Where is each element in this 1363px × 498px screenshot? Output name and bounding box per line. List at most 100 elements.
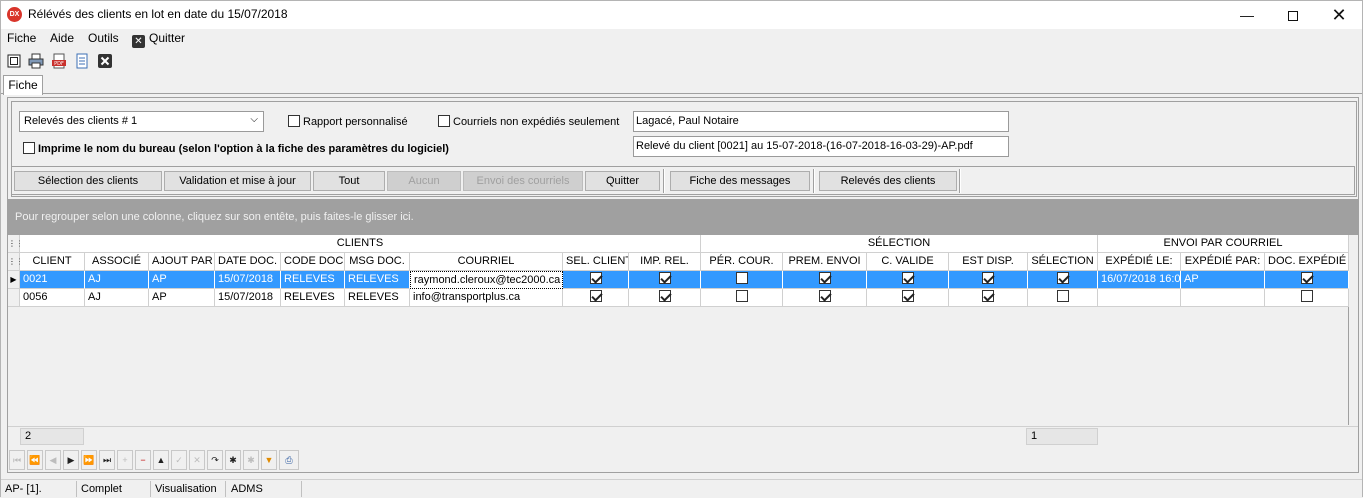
col-imp-rel[interactable]: IMP. REL. [629, 253, 701, 271]
file-name-field[interactable]: Relevé du client [0021] au 15-07-2018-(1… [633, 136, 1009, 157]
report-select[interactable]: Relevés des clients # 1 ⌵ [19, 111, 264, 132]
band-selection[interactable]: SÉLECTION [701, 235, 1098, 253]
nav-first-page-button[interactable]: ⏮ [9, 450, 25, 470]
nav-bookmark-button[interactable]: ✱ [225, 450, 241, 470]
band-clients[interactable]: CLIENTS [20, 235, 701, 253]
menu-aide[interactable]: Aide [50, 31, 74, 45]
nav-post-button[interactable]: ✓ [171, 450, 187, 470]
band-email[interactable]: ENVOI PAR COURRIEL [1098, 235, 1349, 253]
cell-est-disp[interactable] [949, 271, 1028, 289]
cell-selection[interactable] [1028, 271, 1098, 289]
cell-per-cour[interactable] [701, 271, 783, 289]
cell-prem-envoi[interactable] [783, 271, 867, 289]
custom-report-checkbox[interactable]: Rapport personnalisé [288, 115, 408, 128]
preview-icon[interactable] [6, 53, 22, 69]
column-chooser-icon[interactable]: ⋮⋮ [8, 253, 24, 271]
col-selection[interactable]: SÉLECTION [1028, 253, 1098, 271]
cell-date-doc[interactable]: 15/07/2018 [215, 289, 281, 307]
nav-next-page-button[interactable]: ⏩ [81, 450, 97, 470]
select-clients-button[interactable]: Sélection des clients [14, 171, 162, 191]
nav-cancel-button[interactable]: ✕ [189, 450, 205, 470]
cell-doc-expedie[interactable] [1265, 289, 1349, 307]
office-name-field[interactable]: Lagacé, Paul Notaire [633, 111, 1009, 132]
menu-outils[interactable]: Outils [88, 31, 119, 45]
cell-c-valide[interactable] [867, 271, 949, 289]
cell-imp-rel[interactable] [629, 271, 701, 289]
cell-expedie-par[interactable]: AP [1181, 271, 1265, 289]
cell-selection[interactable] [1028, 289, 1098, 307]
statements-button[interactable]: Relevés des clients [819, 171, 957, 191]
col-ajout-par[interactable]: AJOUT PAR [149, 253, 215, 271]
cell-code-doc[interactable]: RELEVES [281, 289, 345, 307]
nav-last-button[interactable]: ⏭ [99, 450, 115, 470]
cell-doc-expedie[interactable] [1265, 271, 1349, 289]
cell-courriel[interactable]: raymond.cleroux@tec2000.ca [410, 271, 563, 289]
send-emails-button[interactable]: Envoi des courriels [463, 171, 583, 191]
cell-associe[interactable]: AJ [85, 289, 149, 307]
unsent-only-checkbox[interactable]: Courriels non expédiés seulement [438, 115, 619, 128]
col-msg-doc[interactable]: MSG DOC. [345, 253, 410, 271]
col-prem-envoi[interactable]: PREM. ENVOI [783, 253, 867, 271]
nav-goto-bookmark-button[interactable]: ✱ [243, 450, 259, 470]
cell-code-doc[interactable]: RELEVES [281, 271, 345, 289]
nav-print-button[interactable]: ⎙ [279, 450, 299, 470]
col-associe[interactable]: ASSOCIÉ [85, 253, 149, 271]
cell-client[interactable]: 0056 [20, 289, 85, 307]
quit-button[interactable]: Quitter [585, 171, 660, 191]
col-client[interactable]: CLIENT [20, 253, 85, 271]
print-icon[interactable] [28, 53, 44, 69]
cell-expedie-le[interactable] [1098, 289, 1181, 307]
col-per-cour[interactable]: PÉR. COUR. [701, 253, 783, 271]
col-c-valide[interactable]: C. VALIDE [867, 253, 949, 271]
close-icon[interactable] [97, 53, 113, 69]
col-est-disp[interactable]: EST DISP. [949, 253, 1028, 271]
cell-date-doc[interactable]: 15/07/2018 [215, 271, 281, 289]
tab-fiche[interactable]: Fiche [3, 75, 43, 95]
col-doc-expedie[interactable]: DOC. EXPÉDIÉ [1265, 253, 1349, 271]
cell-client[interactable]: 0021 [20, 271, 85, 289]
cell-imp-rel[interactable] [629, 289, 701, 307]
col-code-doc[interactable]: CODE DOC. [281, 253, 345, 271]
nav-prev-button[interactable]: ◀ [45, 450, 61, 470]
nav-delete-button[interactable]: − [135, 450, 151, 470]
nav-refresh-button[interactable]: ↷ [207, 450, 223, 470]
messages-button[interactable]: Fiche des messages [670, 171, 810, 191]
nav-next-button[interactable]: ▶ [63, 450, 79, 470]
cell-ajout-par[interactable]: AP [149, 289, 215, 307]
column-chooser-icon[interactable]: ⋮⋮ [8, 235, 24, 253]
col-courriel[interactable]: COURRIEL [410, 253, 563, 271]
cell-sel-client[interactable] [563, 289, 629, 307]
cell-associe[interactable]: AJ [85, 271, 149, 289]
title-bar[interactable]: DX Rélévés des clients en lot en date du… [1, 1, 1362, 29]
close-button[interactable]: ✕ [1316, 1, 1362, 29]
cell-msg-doc[interactable]: RELEVES [345, 271, 410, 289]
col-expedie-par[interactable]: EXPÉDIÉ PAR: [1181, 253, 1265, 271]
maximize-button[interactable] [1270, 1, 1316, 29]
cell-ajout-par[interactable]: AP [149, 271, 215, 289]
cell-sel-client[interactable] [563, 271, 629, 289]
menu-quitter[interactable]: ✕ Quitter [132, 31, 185, 48]
nav-filter-button[interactable]: ▼ [261, 450, 277, 470]
cell-prem-envoi[interactable] [783, 289, 867, 307]
cell-msg-doc[interactable]: RELEVES [345, 289, 410, 307]
nav-insert-button[interactable]: + [117, 450, 133, 470]
print-office-checkbox[interactable]: Imprime le nom du bureau (selon l'option… [23, 142, 449, 155]
none-button[interactable]: Aucun [387, 171, 461, 191]
col-sel-client[interactable]: SEL. CLIENT [563, 253, 629, 271]
col-expedie-le[interactable]: EXPÉDIÉ LE: [1098, 253, 1181, 271]
document-icon[interactable] [74, 53, 90, 69]
nav-prev-page-button[interactable]: ⏪ [27, 450, 43, 470]
group-by-panel[interactable]: Pour regrouper selon une colonne, clique… [8, 199, 1358, 235]
pdf-icon[interactable]: PDF [51, 53, 67, 69]
cell-c-valide[interactable] [867, 289, 949, 307]
minimize-button[interactable]: — [1224, 1, 1270, 29]
cell-expedie-le[interactable]: 16/07/2018 16:03 [1098, 271, 1181, 289]
validate-button[interactable]: Validation et mise à jour [164, 171, 311, 191]
cell-per-cour[interactable] [701, 289, 783, 307]
menu-fiche[interactable]: Fiche [7, 31, 36, 45]
cell-est-disp[interactable] [949, 289, 1028, 307]
nav-edit-button[interactable]: ▲ [153, 450, 169, 470]
cell-courriel[interactable]: info@transportplus.ca [410, 289, 563, 307]
col-date-doc[interactable]: DATE DOC. [215, 253, 281, 271]
all-button[interactable]: Tout [313, 171, 385, 191]
